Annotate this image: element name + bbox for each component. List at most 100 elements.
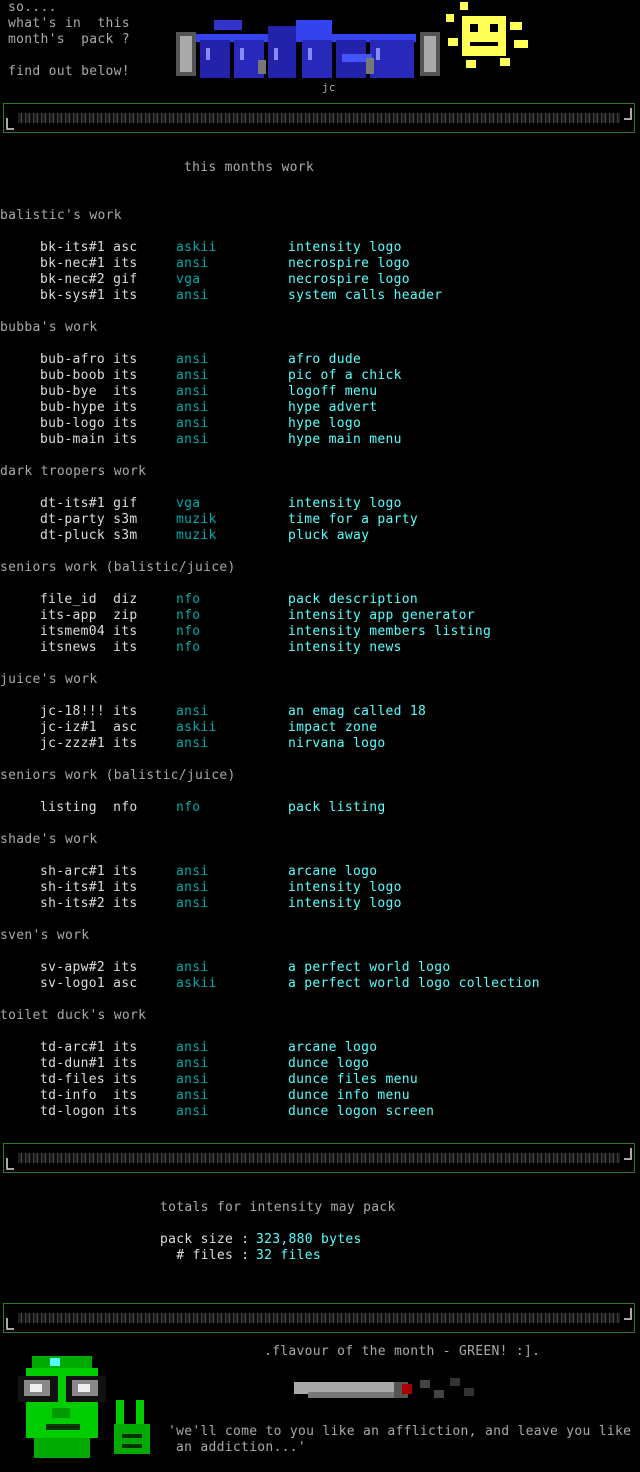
quote-line-2: an addiction...' (176, 1440, 307, 1455)
file-name: bub-bye its (40, 384, 138, 399)
group-title: bubba's work (0, 320, 98, 335)
file-type: nfo (176, 800, 201, 815)
file-type: ansi (176, 1104, 209, 1119)
file-type: ansi (176, 896, 209, 911)
pack-size-label: pack size : (160, 1232, 250, 1247)
file-description: impact zone (288, 720, 378, 735)
file-name: bk-sys#1 its (40, 288, 138, 303)
file-type: ansi (176, 288, 209, 303)
file-type: ansi (176, 416, 209, 431)
file-description: pic of a chick (288, 368, 402, 383)
file-name: sh-its#2 its (40, 896, 138, 911)
file-type: ansi (176, 400, 209, 415)
file-description: a perfect world logo collection (288, 976, 540, 991)
file-type: ansi (176, 256, 209, 271)
intro-line-3: month's pack ? (8, 32, 130, 47)
file-description: dunce files menu (288, 1072, 419, 1087)
file-type: vga (176, 496, 201, 511)
file-type: nfo (176, 624, 201, 639)
file-name: sv-logo1 asc (40, 976, 138, 991)
file-description: arcane logo (288, 864, 378, 879)
file-description: intensity app generator (288, 608, 475, 623)
file-name: bub-afro its (40, 352, 138, 367)
file-description: arcane logo (288, 1040, 378, 1055)
logo-tag: jc (322, 81, 336, 94)
file-name: td-arc#1 its (40, 1040, 138, 1055)
file-name: bk-its#1 asc (40, 240, 138, 255)
file-type: vga (176, 272, 201, 287)
file-type: ansi (176, 384, 209, 399)
group-title: shade's work (0, 832, 98, 847)
file-description: time for a party (288, 512, 419, 527)
file-name: jc-iz#1 asc (40, 720, 138, 735)
file-description: dunce logo (288, 1056, 370, 1071)
file-description: nirvana logo (288, 736, 386, 751)
file-name: dt-pluck s3m (40, 528, 138, 543)
file-name: itsmem04 its (40, 624, 138, 639)
file-description: hype logo (288, 416, 362, 431)
file-description: system calls header (288, 288, 443, 303)
file-description: hype main menu (288, 432, 402, 447)
file-name: jc-zzz#1 its (40, 736, 138, 751)
file-name: td-info its (40, 1088, 138, 1103)
group-title: toilet duck's work (0, 1008, 147, 1023)
file-description: pluck away (288, 528, 370, 543)
file-name: itsnews its (40, 640, 138, 655)
file-name: its-app zip (40, 608, 138, 623)
file-description: a perfect world logo (288, 960, 451, 975)
file-type: muzik (176, 528, 217, 543)
file-description: necrospire logo (288, 256, 410, 271)
file-name: td-files its (40, 1072, 138, 1087)
file-name: td-dun#1 its (40, 1056, 138, 1071)
file-type: ansi (176, 880, 209, 895)
file-description: intensity logo (288, 496, 402, 511)
file-name: bub-logo its (40, 416, 138, 431)
file-type: nfo (176, 592, 201, 607)
sun-icon (446, 2, 528, 68)
file-type: askii (176, 240, 217, 255)
separator-bar (3, 1303, 635, 1333)
group-title: seniors work (balistic/juice) (0, 768, 236, 783)
file-description: intensity logo (288, 880, 402, 895)
file-description: intensity members listing (288, 624, 492, 639)
files-value: 32 files (256, 1248, 322, 1263)
file-type: ansi (176, 432, 209, 447)
file-description: necrospire logo (288, 272, 410, 287)
quote-line-1: 'we'll come to you like an affliction, a… (168, 1424, 632, 1439)
file-type: ansi (176, 1088, 209, 1103)
file-name: td-logon its (40, 1104, 138, 1119)
separator-bar (3, 103, 635, 133)
file-description: an emag called 18 (288, 704, 427, 719)
totals-title: totals for intensity may pack (160, 1200, 396, 1215)
file-name: bub-main its (40, 432, 138, 447)
file-description: intensity logo (288, 896, 402, 911)
file-type: ansi (176, 864, 209, 879)
file-type: muzik (176, 512, 217, 527)
file-description: dunce logon screen (288, 1104, 435, 1119)
file-description: hype advert (288, 400, 378, 415)
file-name: bub-boob its (40, 368, 138, 383)
file-type: askii (176, 976, 217, 991)
file-description: afro dude (288, 352, 362, 367)
group-title: seniors work (balistic/juice) (0, 560, 236, 575)
group-title: sven's work (0, 928, 90, 943)
file-type: ansi (176, 1056, 209, 1071)
file-name: sh-arc#1 its (40, 864, 138, 879)
file-name: bk-nec#2 gif (40, 272, 138, 287)
file-name: sh-its#1 its (40, 880, 138, 895)
file-description: logoff menu (288, 384, 378, 399)
file-type: ansi (176, 368, 209, 383)
knife-icon (294, 1378, 474, 1398)
file-description: dunce info menu (288, 1088, 410, 1103)
file-type: askii (176, 720, 217, 735)
pack-size-value: 323,880 bytes (256, 1232, 362, 1247)
separator-bar (3, 1143, 635, 1173)
file-type: nfo (176, 640, 201, 655)
intro-line-4: find out below! (8, 64, 130, 79)
file-type: ansi (176, 960, 209, 975)
file-name: file_id diz (40, 592, 138, 607)
file-description: pack description (288, 592, 419, 607)
file-type: ansi (176, 704, 209, 719)
file-type: ansi (176, 352, 209, 367)
section-title: this months work (184, 160, 315, 175)
